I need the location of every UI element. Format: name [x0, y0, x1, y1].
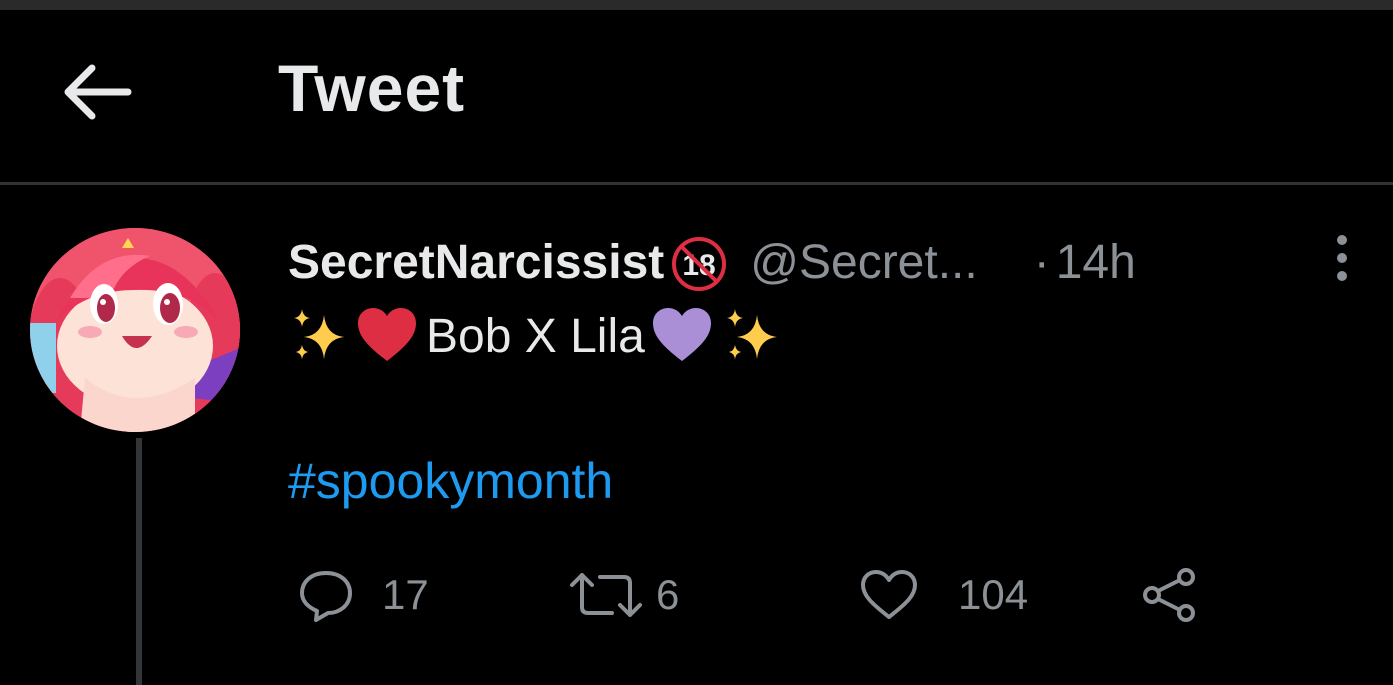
thread-line [136, 438, 142, 685]
sparkles-icon [721, 305, 783, 367]
author-display-name[interactable]: SecretNarcissist [288, 235, 664, 290]
like-button[interactable]: 104 [858, 560, 1028, 630]
heart-icon [861, 570, 917, 619]
top-status-strip [0, 0, 1393, 10]
avatar[interactable] [30, 228, 240, 432]
reply-button[interactable]: 17 [298, 560, 429, 630]
retweet-count: 6 [656, 571, 680, 618]
no-under-18-icon: 18 [670, 235, 728, 293]
avatar-image [30, 228, 240, 432]
share-button[interactable] [1140, 560, 1202, 630]
share-icon [1143, 568, 1195, 622]
page-title: Tweet [278, 51, 466, 125]
author-handle[interactable]: @Secret... [750, 235, 977, 290]
tweet-meta: SecretNarcissist 18 @Secret... · 14h [288, 232, 1136, 292]
tweet-text: Bob X Lila [288, 300, 783, 372]
hashtag-link[interactable]: #spookymonth [288, 452, 613, 510]
retweet-icon [570, 573, 642, 617]
tweet-main-text: Bob X Lila [426, 309, 645, 363]
sparkles-icon [288, 305, 350, 367]
reply-icon [300, 571, 352, 622]
purple-heart-icon [651, 305, 713, 367]
page-header: Tweet [0, 10, 1393, 182]
more-options-button[interactable] [1320, 230, 1364, 286]
retweet-button[interactable]: 6 [566, 560, 679, 630]
arrow-left-icon [64, 64, 132, 120]
tweet-timestamp[interactable]: 14h [1056, 235, 1136, 290]
back-button[interactable] [58, 62, 134, 122]
meta-separator: · [1033, 235, 1050, 289]
header-divider [0, 182, 1393, 185]
more-options-icon [1337, 235, 1347, 281]
like-count: 104 [958, 571, 1029, 618]
reply-count: 17 [382, 571, 429, 618]
red-heart-icon [356, 305, 418, 367]
